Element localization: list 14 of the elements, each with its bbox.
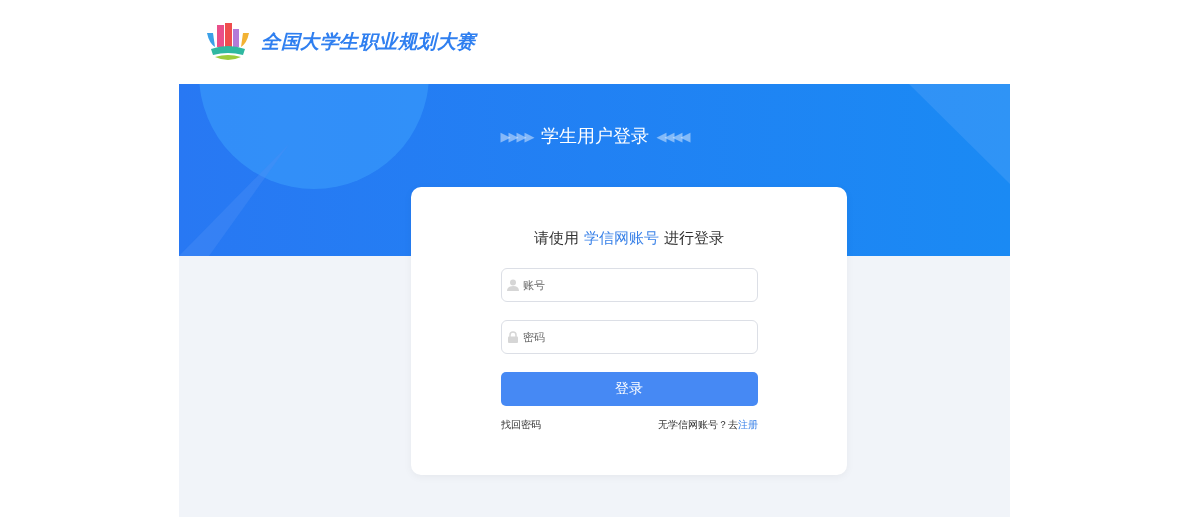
register-prompt: 无学信网账号？去注册 [657,418,758,432]
user-icon [506,279,519,291]
account-field[interactable]: 账号 [500,268,758,302]
login-button[interactable]: 登录 [500,372,758,406]
lock-icon [506,331,519,343]
forgot-password-link[interactable]: 找回密码 [500,418,541,432]
password-field[interactable]: 密码 [500,320,758,354]
site-title: 全国大学生职业规划大赛 [261,29,476,54]
arrows-icon: ◀◀◀◀ [656,128,689,144]
banner-title: 学生用户登录 [540,124,649,148]
login-heading: 请使用 学信网账号 进行登录 [534,229,724,248]
register-link[interactable]: 注册 [737,419,758,430]
arrows-icon: ▶▶▶▶ [500,128,533,144]
logo-icon [205,21,251,63]
